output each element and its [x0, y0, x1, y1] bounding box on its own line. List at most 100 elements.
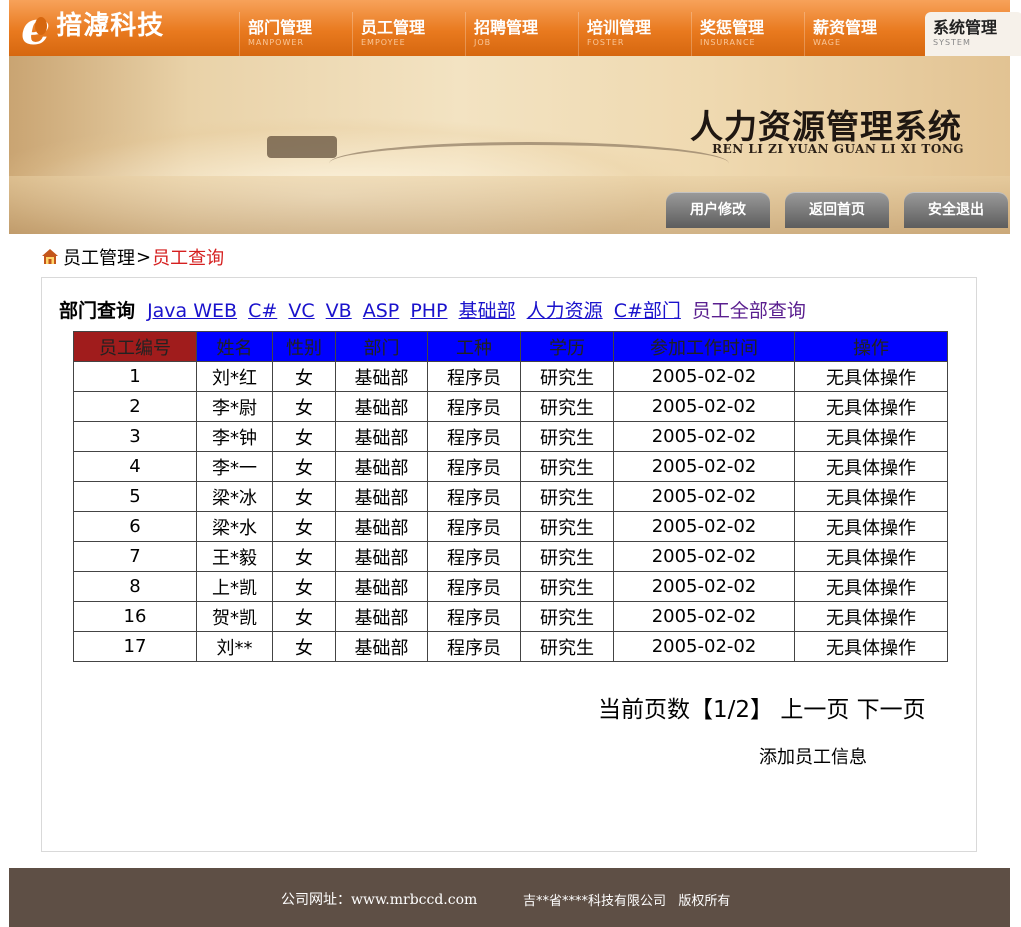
pagination: 当前页数【1/2】 上一页 下一页	[598, 690, 926, 724]
nav-item-employee[interactable]: 员工管理 EMPOYEE	[352, 12, 465, 56]
cell-id: 17	[73, 631, 197, 662]
next-page-link[interactable]: 下一页	[857, 697, 926, 723]
cell-gender: 女	[272, 601, 336, 632]
table-row: 6 梁*水女基础部 程序员 研究生 2005-02-02 无具体操作	[73, 511, 948, 542]
cell-id: 5	[73, 481, 197, 512]
cell-gender: 女	[272, 511, 336, 542]
filter-link-php[interactable]: PHP	[410, 300, 447, 322]
logo-mark: e	[21, 1, 51, 55]
cell-job: 程序员	[427, 481, 521, 512]
cell-gender: 女	[272, 571, 336, 602]
filter-link-all[interactable]: 员工全部查询	[692, 300, 806, 322]
cell-name: 刘*红	[196, 361, 273, 392]
nav-sublabel: WAGE	[813, 38, 842, 47]
filter-link-vb[interactable]: VB	[326, 300, 352, 322]
edit-user-button[interactable]: 用户修改	[666, 192, 770, 228]
cell-department: 基础部	[335, 541, 428, 572]
column-header-department: 部门	[335, 331, 428, 362]
cell-id: 4	[73, 451, 197, 482]
cell-job: 程序员	[427, 391, 521, 422]
filter-link-asp[interactable]: ASP	[363, 300, 400, 322]
cell-name: 贺*凯	[196, 601, 273, 632]
filter-link-hr[interactable]: 人力资源	[527, 300, 603, 322]
nav-label: 员工管理	[361, 18, 426, 37]
column-header-id: 员工编号	[73, 331, 197, 362]
cell-start-date: 2005-02-02	[613, 511, 795, 542]
cell-action: 无具体操作	[794, 571, 948, 602]
filter-link-java-web[interactable]: Java WEB	[147, 300, 237, 322]
cell-job: 程序员	[427, 421, 521, 452]
cell-id: 2	[73, 391, 197, 422]
cell-id: 6	[73, 511, 197, 542]
cell-id: 7	[73, 541, 197, 572]
department-filter: 部门查询 Java WEB C# VC VB ASP PHP 基础部 人力资源 …	[59, 296, 811, 323]
cell-department: 基础部	[335, 421, 428, 452]
cell-department: 基础部	[335, 451, 428, 482]
cell-department: 基础部	[335, 601, 428, 632]
nav-sublabel: FOSTER	[587, 38, 625, 47]
plug-graphic	[267, 136, 337, 158]
nav-item-department[interactable]: 部门管理 MANPOWER	[239, 12, 352, 56]
cell-id: 8	[73, 571, 197, 602]
cell-job: 程序员	[427, 451, 521, 482]
column-header-education: 学历	[520, 331, 614, 362]
table-header-row: 员工编号 姓名 性别 部门 工种 学历 参加工作时间 操作	[73, 331, 948, 362]
cell-name: 梁*冰	[196, 481, 273, 512]
nav-item-salary[interactable]: 薪资管理 WAGE	[804, 12, 917, 56]
cell-start-date: 2005-02-02	[613, 631, 795, 662]
page-status: 当前页数【1/2】	[598, 697, 774, 723]
filter-link-csharp-dept[interactable]: C#部门	[614, 300, 681, 322]
logout-button[interactable]: 安全退出	[904, 192, 1008, 228]
add-employee-link[interactable]: 添加员工信息	[759, 743, 867, 769]
cell-name: 上*凯	[196, 571, 273, 602]
cell-job: 程序员	[427, 511, 521, 542]
company-name: 揞滹科技	[56, 10, 165, 41]
cell-education: 研究生	[520, 541, 614, 572]
nav-item-recruit[interactable]: 招聘管理 JOB	[465, 12, 578, 56]
cell-department: 基础部	[335, 481, 428, 512]
cell-id: 3	[73, 421, 197, 452]
cell-job: 程序员	[427, 601, 521, 632]
table-row: 8 上*凯女基础部 程序员 研究生 2005-02-02 无具体操作	[73, 571, 948, 602]
cell-start-date: 2005-02-02	[613, 391, 795, 422]
nav-item-training[interactable]: 培训管理 FOSTER	[578, 12, 691, 56]
nav-item-system[interactable]: 系统管理 SYSTEM	[925, 12, 1021, 56]
cell-job: 程序员	[427, 571, 521, 602]
filter-link-csharp[interactable]: C#	[248, 300, 277, 322]
cell-department: 基础部	[335, 631, 428, 662]
cell-education: 研究生	[520, 631, 614, 662]
logo: e 揞滹科技	[21, 0, 164, 56]
cell-start-date: 2005-02-02	[613, 601, 795, 632]
cell-education: 研究生	[520, 391, 614, 422]
cell-education: 研究生	[520, 601, 614, 632]
prev-page-link[interactable]: 上一页	[780, 697, 849, 723]
table-row: 3 李*钟女基础部 程序员 研究生 2005-02-02 无具体操作	[73, 421, 948, 452]
cell-department: 基础部	[335, 361, 428, 392]
home-icon[interactable]	[41, 248, 59, 266]
footer-website: 公司网址：www.mrbccd.com	[281, 892, 478, 908]
cell-name: 李*钟	[196, 421, 273, 452]
cell-job: 程序员	[427, 541, 521, 572]
cell-start-date: 2005-02-02	[613, 451, 795, 482]
breadcrumb-current: 员工查询	[152, 248, 225, 269]
table-row: 17 刘** 女基础部 程序员 研究生 2005-02-02 无具体操作	[73, 631, 948, 662]
top-header: e 揞滹科技 部门管理 MANPOWER 员工管理 EMPOYEE 招聘管理 JOB …	[9, 0, 1021, 56]
breadcrumb-parent[interactable]: 员工管理	[63, 244, 135, 270]
nav-label: 系统管理	[933, 18, 998, 37]
cell-gender: 女	[272, 631, 336, 662]
filter-link-vc[interactable]: VC	[288, 300, 314, 322]
nav-item-rewards[interactable]: 奖惩管理 INSURANCE	[691, 12, 804, 56]
nav-sublabel: MANPOWER	[248, 38, 305, 47]
nav-label: 培训管理	[587, 18, 652, 37]
main-nav: 部门管理 MANPOWER 员工管理 EMPOYEE 招聘管理 JOB 培训管理 FOS…	[239, 12, 1021, 56]
cell-start-date: 2005-02-02	[613, 571, 795, 602]
cell-education: 研究生	[520, 361, 614, 392]
cell-gender: 女	[272, 451, 336, 482]
home-button[interactable]: 返回首页	[785, 192, 889, 228]
cell-name: 李*一	[196, 451, 273, 482]
filter-label: 部门查询	[59, 300, 136, 322]
cell-action: 无具体操作	[794, 601, 948, 632]
filter-link-basic-dept[interactable]: 基础部	[459, 300, 516, 322]
table-row: 16 贺*凯女基础部 程序员 研究生 2005-02-02 无具体操作	[73, 601, 948, 632]
column-header-gender: 性别	[272, 331, 336, 362]
